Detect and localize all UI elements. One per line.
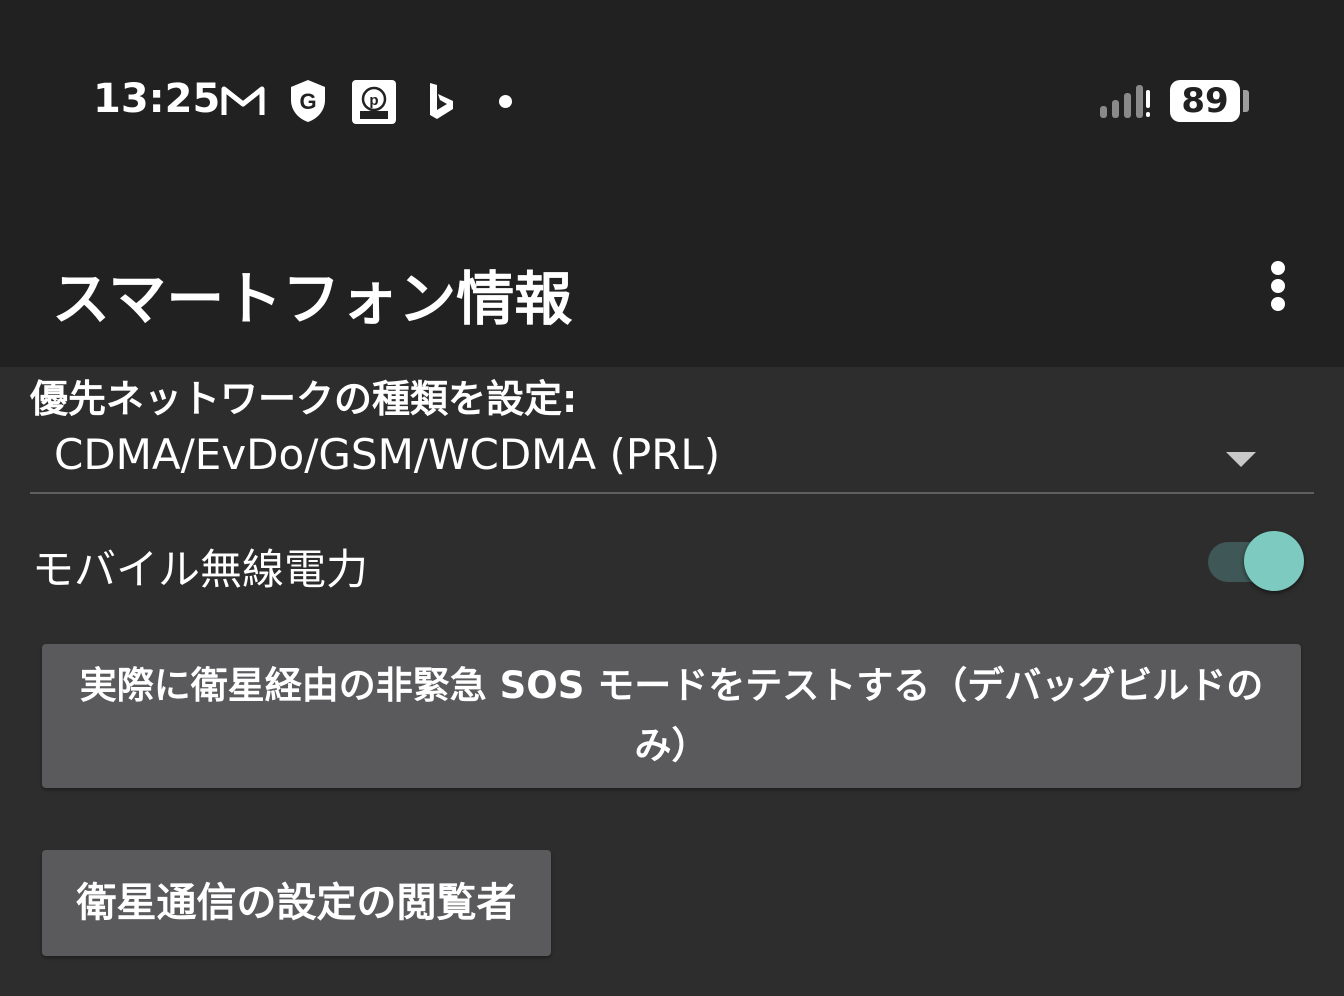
battery-tip (1243, 90, 1249, 112)
cell-signal-icon (1100, 85, 1150, 118)
svg-text:G: G (299, 89, 316, 114)
mobile-radio-label: モバイル無線電力 (32, 545, 369, 594)
status-time: 13:25 (93, 76, 221, 122)
more-notifications-dot (499, 95, 512, 108)
toggle-thumb (1244, 531, 1304, 591)
dropdown-arrow-icon (1226, 452, 1256, 467)
network-type-dropdown[interactable]: CDMA/EvDo/GSM/WCDMA (PRL) (30, 426, 1314, 494)
network-type-value: CDMA/EvDo/GSM/WCDMA (PRL) (54, 430, 721, 479)
shield-g-icon: G (291, 80, 325, 122)
p-club-icon: p (352, 80, 396, 124)
svg-text:p: p (369, 92, 378, 109)
mobile-radio-toggle[interactable] (1206, 530, 1306, 592)
battery-indicator: 89 (1170, 80, 1240, 122)
satellite-config-viewer-button[interactable]: 衛星通信の設定の閲覧者 (42, 850, 551, 956)
network-type-label: 優先ネットワークの種類を設定: (30, 377, 578, 421)
page-title: スマートフォン情報 (52, 265, 573, 333)
bing-icon (430, 83, 453, 119)
gmail-icon (221, 86, 265, 115)
app-bar: 13:25 G p 89 スマートフォン情報 (0, 0, 1344, 367)
sos-test-button[interactable]: 実際に衛星経由の非緊急 SOS モードをテストする（デバッグビルドのみ） (42, 644, 1301, 788)
more-vert-icon[interactable] (1262, 258, 1294, 314)
